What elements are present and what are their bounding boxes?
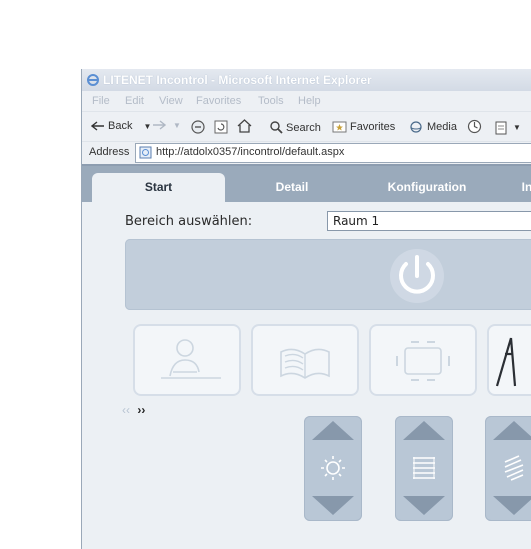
- scene-meeting-button[interactable]: [369, 324, 477, 396]
- power-icon[interactable]: [387, 246, 447, 306]
- tab-konfiguration[interactable]: Konfiguration: [367, 173, 487, 202]
- media-label: Media: [427, 121, 457, 133]
- easel-icon: [495, 337, 517, 387]
- menu-file[interactable]: File: [92, 95, 110, 107]
- power-panel[interactable]: [125, 239, 531, 310]
- tab-detail[interactable]: Detail: [237, 173, 347, 202]
- browser-window: LITENET Incontrol - Microsoft Internet E…: [81, 69, 531, 549]
- brightness-up-icon[interactable]: [312, 421, 354, 440]
- page-icon: [139, 146, 152, 159]
- menu-edit[interactable]: Edit: [125, 95, 144, 107]
- address-field[interactable]: http://atdolx0357/incontrol/default.aspx: [135, 143, 531, 163]
- blinds-tilt-graphic: [493, 421, 531, 515]
- blinds-up-icon[interactable]: [403, 421, 445, 440]
- back-button[interactable]: Back ▼: [91, 120, 151, 132]
- scene-reading-button[interactable]: [251, 324, 359, 396]
- menu-help[interactable]: Help: [298, 95, 321, 107]
- blinds-icon: [413, 457, 435, 479]
- menu-bar: File Edit View Favorites Tools Help: [82, 91, 531, 111]
- forward-button[interactable]: ▼: [152, 120, 181, 130]
- search-button[interactable]: Search: [268, 120, 321, 135]
- blinds-tilt-up-icon[interactable]: [493, 421, 531, 440]
- history-icon[interactable]: [466, 118, 483, 135]
- address-label: Address: [89, 146, 130, 158]
- media-icon: [410, 121, 422, 133]
- favorites-star-icon: [332, 121, 347, 133]
- tab-bar: Start Detail Konfiguration In: [82, 166, 531, 202]
- back-label: Back: [108, 120, 133, 132]
- mail-button[interactable]: ▼: [494, 120, 521, 135]
- favorites-label: Favorites: [350, 121, 396, 133]
- blinds-control: [395, 416, 453, 521]
- blinds-graphic: [403, 421, 445, 515]
- area-select[interactable]: Raum 1: [327, 211, 531, 231]
- desk-person-icon: [161, 339, 221, 379]
- mail-icon: [495, 121, 507, 135]
- menu-favorites[interactable]: Favorites: [196, 95, 241, 107]
- menu-view[interactable]: View: [159, 95, 183, 107]
- forward-dropdown-icon[interactable]: ▼: [173, 121, 181, 130]
- brightness-graphic: [312, 421, 354, 515]
- search-icon: [270, 121, 283, 134]
- brightness-control: [304, 416, 362, 521]
- toolbar: Back ▼ ▼ Search Favorites Media ▼: [82, 111, 531, 142]
- brightness-down-icon[interactable]: [312, 496, 354, 515]
- scene-presentation-button[interactable]: [487, 324, 531, 396]
- open-book-icon: [280, 348, 330, 379]
- scene-desk-button[interactable]: [133, 324, 241, 396]
- window-title: LITENET Incontrol - Microsoft Internet E…: [103, 73, 372, 87]
- meeting-table-icon: [396, 341, 450, 381]
- blinds-tilt-control: [485, 416, 531, 521]
- tab-more[interactable]: In: [512, 173, 531, 202]
- pager-next[interactable]: ››: [137, 403, 145, 417]
- page-content: Start Detail Konfiguration In Bereich au…: [82, 164, 531, 549]
- pager-prev[interactable]: ‹‹: [122, 403, 130, 417]
- tab-start[interactable]: Start: [92, 173, 225, 202]
- stop-icon[interactable]: [190, 119, 206, 135]
- back-arrow-icon: [91, 121, 104, 131]
- title-bar: LITENET Incontrol - Microsoft Internet E…: [82, 69, 531, 91]
- address-url: http://atdolx0357/incontrol/default.aspx: [156, 146, 345, 158]
- scene-pager: ‹‹ ››: [122, 403, 145, 417]
- blinds-tilt-down-icon[interactable]: [493, 496, 531, 515]
- mail-dropdown-icon[interactable]: ▼: [513, 123, 521, 132]
- favorites-button[interactable]: Favorites: [332, 120, 395, 134]
- home-icon[interactable]: [236, 118, 253, 134]
- blinds-tilt-icon: [504, 455, 524, 481]
- media-button[interactable]: Media: [408, 120, 457, 134]
- address-bar: Address http://atdolx0357/incontrol/defa…: [82, 141, 531, 164]
- forward-arrow-icon: [153, 120, 166, 130]
- back-dropdown-icon[interactable]: ▼: [143, 122, 151, 131]
- blinds-down-icon[interactable]: [403, 496, 445, 515]
- refresh-icon[interactable]: [213, 119, 229, 135]
- brightness-icon: [321, 456, 345, 480]
- search-label: Search: [286, 121, 321, 134]
- menu-tools[interactable]: Tools: [258, 95, 284, 107]
- area-label: Bereich auswählen:: [125, 214, 253, 229]
- ie-logo-icon: [87, 74, 99, 86]
